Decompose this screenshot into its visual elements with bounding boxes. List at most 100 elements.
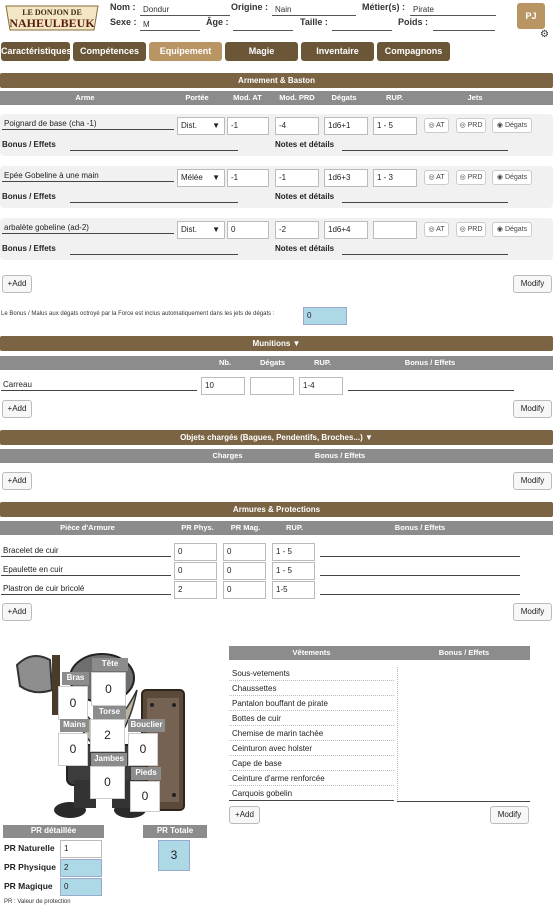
degats-input[interactable]: 1d6+4 [324,221,368,239]
armure-bonus-field[interactable] [320,564,520,576]
gear-icon[interactable]: ⚙ [540,29,549,40]
rup-input[interactable]: 1 - 3 [373,169,417,187]
modify-vetement-button[interactable]: Modify [490,806,529,824]
rup-input[interactable]: 1 - 5 [373,117,417,135]
notes-field[interactable] [342,139,508,151]
armure-mag-input[interactable]: 0 [223,543,266,561]
tete-value[interactable]: 0 [91,672,126,706]
vetement-item[interactable]: Ceinture d'arme renforcée [229,772,394,786]
sexe-field[interactable]: M [140,19,200,31]
force-bonus-input[interactable]: 0 [303,307,347,325]
tab-magie[interactable]: Magie [225,42,298,61]
add-armure-button[interactable]: +Add [2,603,32,621]
bonus-field[interactable] [70,191,238,203]
add-munition-button[interactable]: +Add [2,400,32,418]
bras-value[interactable]: 0 [58,686,88,720]
pieds-value[interactable]: 0 [130,781,160,812]
mod-prd-input[interactable]: -4 [275,117,319,135]
bouclier-value[interactable]: 0 [128,733,158,766]
vetement-item[interactable]: Chaussettes [229,682,394,696]
tab-competences[interactable]: Compétences [73,42,146,61]
vetement-item[interactable]: Ceinturon avec holster [229,742,394,756]
mod-prd-input[interactable]: -1 [275,169,319,187]
portee-select[interactable]: Dist. ▼ [177,221,225,239]
portee-select[interactable]: Mélée ▼ [177,169,225,187]
nom-field[interactable]: Dondur [140,4,230,16]
weapon-name[interactable]: Epée Gobeline à une main [2,170,174,182]
armure-rup-input[interactable]: 1 - 5 [272,543,315,561]
notes-field[interactable] [342,243,508,255]
mains-value[interactable]: 0 [58,733,88,766]
jambes-value[interactable]: 0 [90,766,125,799]
munitions-column-header: Nb. Dégats RUP. Bonus / Effets [0,356,553,370]
armure-name[interactable]: Bracelet de cuir [1,545,171,557]
degats-input[interactable]: 1d6+1 [324,117,368,135]
prd-roll-button[interactable]: ◎ PRD [456,170,486,185]
at-roll-button[interactable]: ◎ AT [424,118,449,133]
munition-degats-input[interactable] [250,377,294,395]
armure-phys-input[interactable]: 0 [174,543,217,561]
vetement-item[interactable]: Sous-vetements [229,667,394,681]
armure-bonus-field[interactable] [320,583,520,595]
vetement-item[interactable]: Carquois gobelin [229,787,394,801]
munition-nb-input[interactable]: 10 [201,377,245,395]
vetement-item[interactable]: Pantalon bouffant de pirate [229,697,394,711]
mod-prd-input[interactable]: -2 [275,221,319,239]
origine-field[interactable]: Nain [272,4,356,16]
vetement-item[interactable]: Cape de base [229,757,394,771]
tab-equipement[interactable]: Equipement [149,42,222,61]
tab-inventaire[interactable]: Inventaire [301,42,374,61]
at-roll-button[interactable]: ◎ AT [424,222,449,237]
add-objet-button[interactable]: +Add [2,472,32,490]
armure-name[interactable]: Plastron de cuir bricolé [1,583,171,595]
prd-roll-label: PRD [467,122,483,129]
armure-rup-input[interactable]: 1-5 [272,581,315,599]
modify-armure-button[interactable]: Modify [513,603,552,621]
mod-at-input[interactable]: -1 [227,169,269,187]
degats-input[interactable]: 1d6+3 [324,169,368,187]
armure-bonus-field[interactable] [320,545,520,557]
mod-at-input[interactable]: -1 [227,117,269,135]
modify-weapon-button[interactable]: Modify [513,275,552,293]
pj-badge[interactable]: PJ [517,3,545,29]
bonus-field[interactable] [70,139,238,151]
armure-mag-input[interactable]: 0 [223,562,266,580]
munition-name[interactable]: Carreau [1,379,197,391]
vetement-item[interactable]: Chemise de marin tachée [229,727,394,741]
degats-roll-button[interactable]: ◉ Dégats [492,222,532,237]
munition-rup-input[interactable]: 1-4 [299,377,343,395]
torse-value[interactable]: 2 [90,719,125,752]
portee-select[interactable]: Dist. ▼ [177,117,225,135]
add-vetement-button[interactable]: +Add [229,806,260,824]
rup-input[interactable] [373,221,417,239]
armure-mag-input[interactable]: 0 [223,581,266,599]
munition-bonus-field[interactable] [348,379,514,391]
objets-section-title[interactable]: Objets chargés (Bagues, Pendentifs, Broc… [0,430,553,445]
degats-roll-button[interactable]: ◉ Dégats [492,118,532,133]
weapon-name[interactable]: Poignard de base (cha -1) [2,118,174,130]
armure-name[interactable]: Epaulette en cuir [1,564,171,576]
prd-roll-button[interactable]: ◎ PRD [456,118,486,133]
armure-rup-input[interactable]: 1 - 5 [272,562,315,580]
taille-field[interactable] [332,19,392,31]
metier-field[interactable]: Pirate [410,4,496,16]
at-roll-button[interactable]: ◎ AT [424,170,449,185]
poids-field[interactable] [433,19,495,31]
notes-field[interactable] [342,191,508,203]
tab-caracteristiques[interactable]: Caractéristiques [1,42,72,61]
bonus-field[interactable] [70,243,238,255]
tab-compagnons[interactable]: Compagnons [377,42,450,61]
degats-roll-button[interactable]: ◉ Dégats [492,170,532,185]
vetement-item[interactable]: Bottes de cuir [229,712,394,726]
add-weapon-button[interactable]: +Add [2,275,32,293]
age-field[interactable] [233,19,293,31]
pr-naturelle-input[interactable]: 1 [60,840,102,858]
modify-objet-button[interactable]: Modify [513,472,552,490]
armure-phys-input[interactable]: 0 [174,562,217,580]
munitions-section-title[interactable]: Munitions ▼ [0,336,553,351]
mod-at-input[interactable]: 0 [227,221,269,239]
prd-roll-button[interactable]: ◎ PRD [456,222,486,237]
weapon-name[interactable]: arbalète gobeline (ad-2) [2,222,174,234]
armure-phys-input[interactable]: 2 [174,581,217,599]
modify-munition-button[interactable]: Modify [513,400,552,418]
